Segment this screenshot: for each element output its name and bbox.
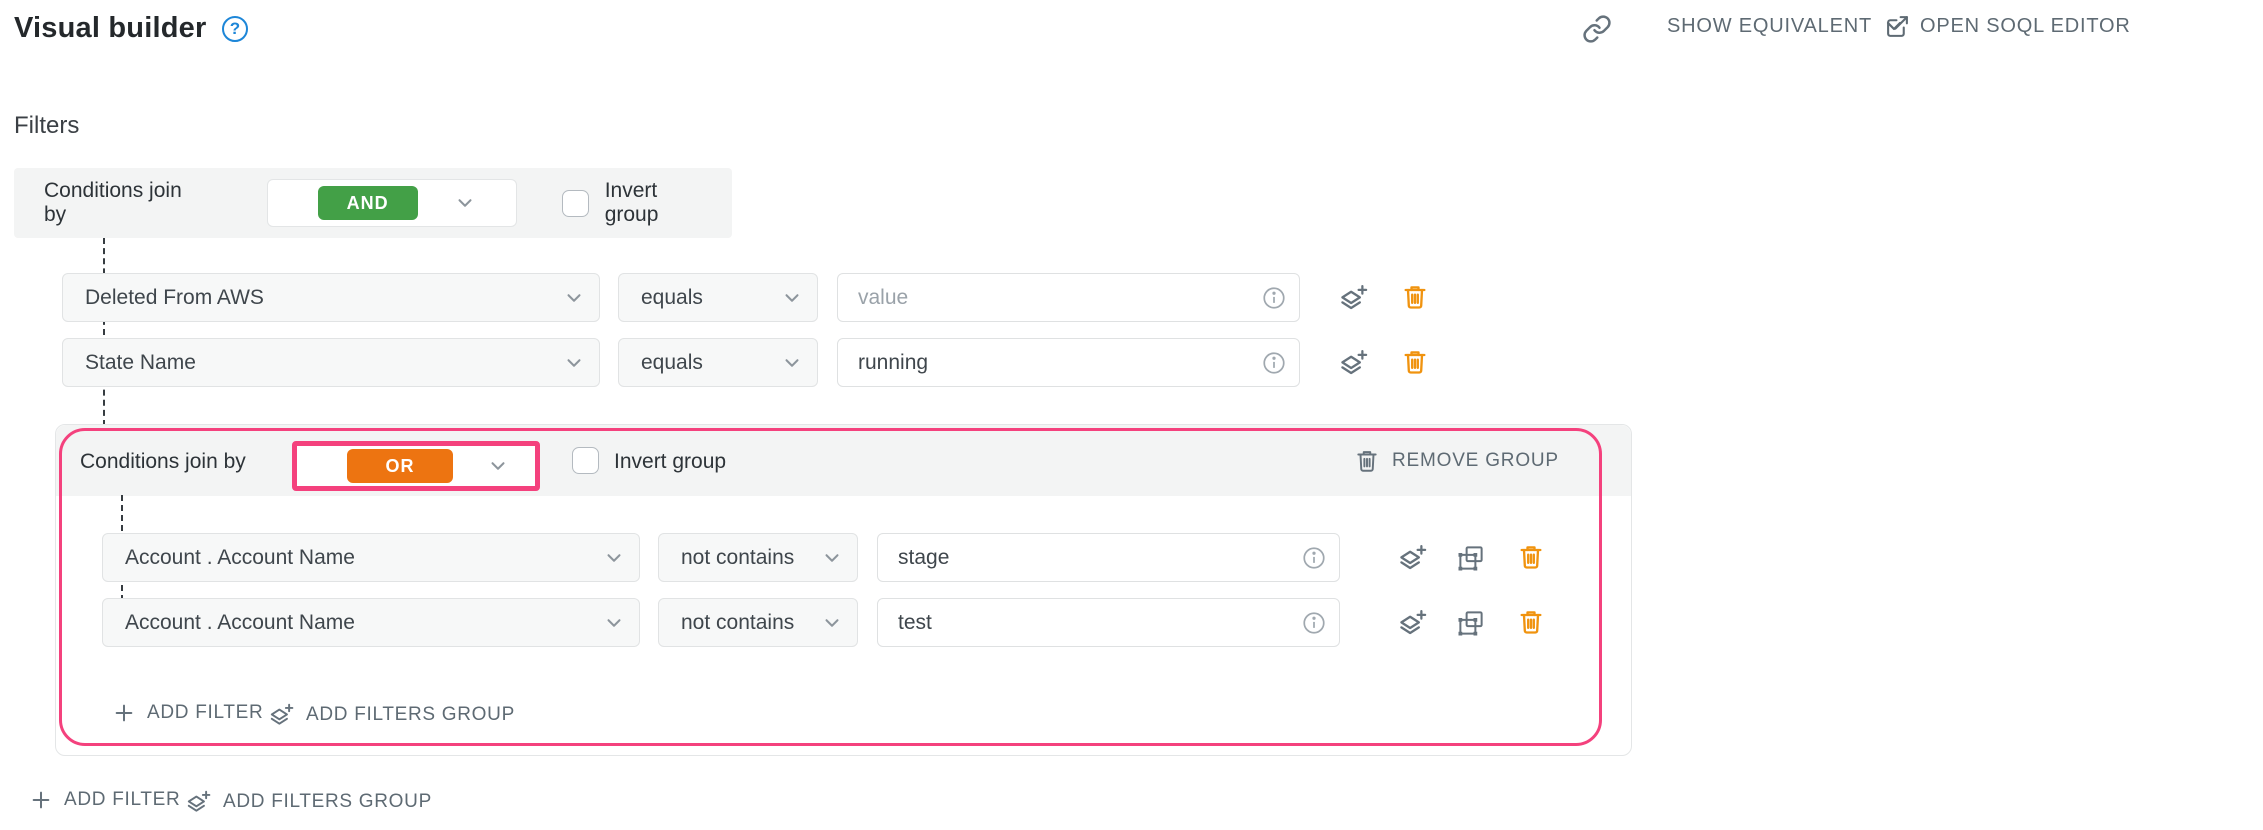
chevron-down-icon — [781, 352, 803, 374]
trash-icon — [1517, 543, 1545, 571]
remove-group-button[interactable]: REMOVE GROUP — [1354, 448, 1559, 474]
layers-plus-icon — [1397, 543, 1427, 573]
layers-plus-icon — [1397, 608, 1427, 638]
field-value: Account . Account Name — [125, 546, 603, 570]
add-filter-label: ADD FILTER — [64, 789, 180, 811]
delete-filter-button[interactable] — [1400, 282, 1430, 312]
value-field — [837, 273, 1300, 322]
chevron-down-icon — [821, 547, 843, 569]
filters-heading: Filters — [14, 112, 79, 140]
field-select[interactable]: Account . Account Name — [102, 598, 640, 647]
external-link-icon — [1885, 14, 1910, 39]
field-select[interactable]: Account . Account Name — [102, 533, 640, 582]
field-value: Deleted From AWS — [85, 286, 563, 310]
root-join-select[interactable]: AND — [267, 179, 517, 227]
info-icon[interactable] — [1261, 285, 1287, 311]
layers-plus-icon — [185, 789, 211, 815]
root-conditions-bar: Conditions join by AND Invert group — [14, 168, 732, 238]
trash-icon — [1517, 608, 1545, 636]
open-soql-editor-button[interactable]: OPEN SOQL EDITOR — [1885, 14, 2131, 39]
chevron-down-icon — [563, 287, 585, 309]
connector-line — [103, 238, 105, 426]
value-field — [877, 533, 1340, 582]
ungroup-button[interactable] — [1455, 607, 1487, 639]
group-invert-checkbox[interactable] — [572, 447, 599, 474]
operator-value: equals — [641, 286, 781, 310]
move-to-group-button[interactable] — [1337, 347, 1369, 379]
field-select[interactable]: State Name — [62, 338, 600, 387]
field-value: State Name — [85, 351, 563, 375]
operator-select[interactable]: equals — [618, 338, 818, 387]
layers-plus-icon — [1338, 283, 1368, 313]
group-join-select[interactable]: OR — [292, 441, 540, 491]
chain-icon — [1582, 14, 1612, 44]
open-soql-editor-label: OPEN SOQL EDITOR — [1920, 15, 2131, 38]
operator-select[interactable]: not contains — [658, 533, 858, 582]
add-filters-group-button[interactable]: ADD FILTERS GROUP — [185, 789, 432, 815]
operator-value: not contains — [681, 611, 821, 635]
chevron-down-icon — [603, 612, 625, 634]
info-icon[interactable] — [1301, 545, 1327, 571]
operator-select[interactable]: equals — [618, 273, 818, 322]
field-value: Account . Account Name — [125, 611, 603, 635]
ungroup-icon — [1456, 543, 1486, 573]
chevron-down-icon — [821, 612, 843, 634]
ungroup-icon — [1456, 608, 1486, 638]
group-add-filter-label: ADD FILTER — [147, 702, 263, 724]
move-to-group-button[interactable] — [1396, 607, 1428, 639]
plus-icon — [113, 702, 135, 724]
value-field — [877, 598, 1340, 647]
trash-icon — [1401, 283, 1429, 311]
root-join-label: Conditions join by — [44, 179, 209, 227]
page-title: Visual builder — [14, 12, 206, 45]
field-select[interactable]: Deleted From AWS — [62, 273, 600, 322]
delete-filter-button[interactable] — [1400, 347, 1430, 377]
group-add-filter-button[interactable]: ADD FILTER — [113, 702, 263, 724]
add-filters-group-label: ADD FILTERS GROUP — [223, 791, 432, 813]
add-filter-button[interactable]: ADD FILTER — [30, 789, 180, 811]
or-pill: OR — [347, 449, 453, 483]
operator-value: not contains — [681, 546, 821, 570]
value-input[interactable] — [884, 611, 1301, 635]
info-icon[interactable] — [1301, 610, 1327, 636]
chevron-down-icon — [781, 287, 803, 309]
operator-select[interactable]: not contains — [658, 598, 858, 647]
delete-filter-button[interactable] — [1516, 607, 1546, 637]
and-pill: AND — [318, 186, 418, 220]
show-equivalent-button[interactable]: SHOW EQUIVALENT — [1667, 14, 1906, 38]
info-icon[interactable] — [1261, 350, 1287, 376]
group-add-filters-group-button[interactable]: ADD FILTERS GROUP — [268, 702, 515, 728]
visual-builder-page: Visual builder ? SHOW EQUIVALENT OPEN SO… — [0, 0, 2263, 830]
chevron-down-icon — [563, 352, 585, 374]
root-invert-label: Invert group — [605, 179, 716, 227]
move-to-group-button[interactable] — [1337, 282, 1369, 314]
group-invert-label: Invert group — [614, 450, 726, 474]
value-input[interactable] — [844, 286, 1261, 310]
layers-plus-icon — [1338, 348, 1368, 378]
delete-filter-button[interactable] — [1516, 542, 1546, 572]
help-icon[interactable]: ? — [222, 16, 248, 42]
operator-value: equals — [641, 351, 781, 375]
remove-group-label: REMOVE GROUP — [1392, 450, 1559, 472]
show-equivalent-label: SHOW EQUIVALENT — [1667, 15, 1872, 38]
chevron-down-icon — [603, 547, 625, 569]
group-add-filters-group-label: ADD FILTERS GROUP — [306, 704, 515, 726]
chevron-down-icon — [487, 455, 509, 477]
trash-icon — [1354, 448, 1380, 474]
ungroup-button[interactable] — [1455, 542, 1487, 574]
copy-link-icon[interactable] — [1580, 12, 1614, 46]
move-to-group-button[interactable] — [1396, 542, 1428, 574]
value-field — [837, 338, 1300, 387]
plus-icon — [30, 789, 52, 811]
trash-icon — [1401, 348, 1429, 376]
layers-plus-icon — [268, 702, 294, 728]
root-invert-checkbox[interactable] — [562, 190, 589, 217]
value-input[interactable] — [884, 546, 1301, 570]
group-join-label: Conditions join by — [80, 450, 246, 474]
value-input[interactable] — [844, 351, 1261, 375]
chevron-down-icon — [454, 192, 476, 214]
